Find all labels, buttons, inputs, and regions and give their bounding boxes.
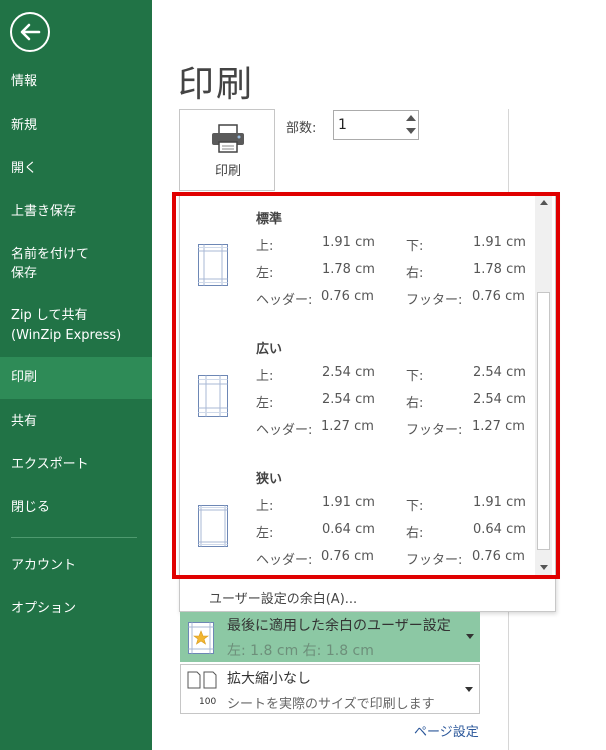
chevron-down-icon [406,128,416,134]
nav-divider [11,537,137,538]
copies-increment[interactable] [404,112,418,125]
copies-decrement[interactable] [404,125,418,138]
back-button[interactable] [10,12,50,52]
nav-export[interactable]: エクスポート [0,455,152,474]
nav-info[interactable]: 情報 [0,72,152,91]
copies-label: 部数: [286,121,317,136]
nav-close[interactable]: 閉じる [0,498,152,517]
nav-save[interactable]: 上書き保存 [0,202,152,221]
nav-options[interactable]: オプション [0,599,152,618]
nav-share[interactable]: 共有 [0,412,152,431]
margins-selector-detail: 左: 1.8 cm 右: 1.8 cm [227,643,374,659]
page-title: 印刷 [178,64,255,105]
back-arrow-icon [20,23,41,41]
margins-selector[interactable]: 最後に適用した余白のユーザー設定 左: 1.8 cm 右: 1.8 cm [180,612,480,662]
scale-number: 100 [199,697,217,707]
nav-open[interactable]: 開く [0,159,152,178]
nav-new[interactable]: 新規 [0,116,152,135]
scale-pages-icon: 100 [187,671,221,707]
copies-stepper [333,110,419,140]
scaling-selector[interactable]: 100 拡大縮小なし シートを実際のサイズで印刷します [180,664,480,714]
scaling-title: 拡大縮小なし [227,671,311,687]
star-page-icon [188,622,214,654]
chevron-down-icon [466,634,474,639]
backstage-sidebar: 情報 新規 開く 上書き保存 名前を付けて 保存 Zip して共有 (WinZi… [0,0,152,750]
nav-save-as[interactable]: 名前を付けて 保存 [0,245,152,283]
highlight-frame [172,192,560,579]
print-button-label: 印刷 [214,164,241,179]
nav-account[interactable]: アカウント [0,556,152,575]
printer-icon [212,124,244,153]
chevron-up-icon [406,115,416,121]
copies-input[interactable] [334,111,402,139]
page-setup-link[interactable]: ページ設定 [414,721,479,740]
margins-selector-title: 最後に適用した余白のユーザー設定 [227,618,451,634]
print-button[interactable]: 印刷 [179,109,275,191]
custom-margins-item[interactable]: ユーザー設定の余白(A)... [209,588,357,607]
chevron-down-icon [465,687,473,692]
nav-zip-share[interactable]: Zip して共有 (WinZip Express) [0,306,152,346]
scaling-description: シートを実際のサイズで印刷します [227,697,435,712]
nav-print[interactable]: 印刷 [0,357,152,399]
